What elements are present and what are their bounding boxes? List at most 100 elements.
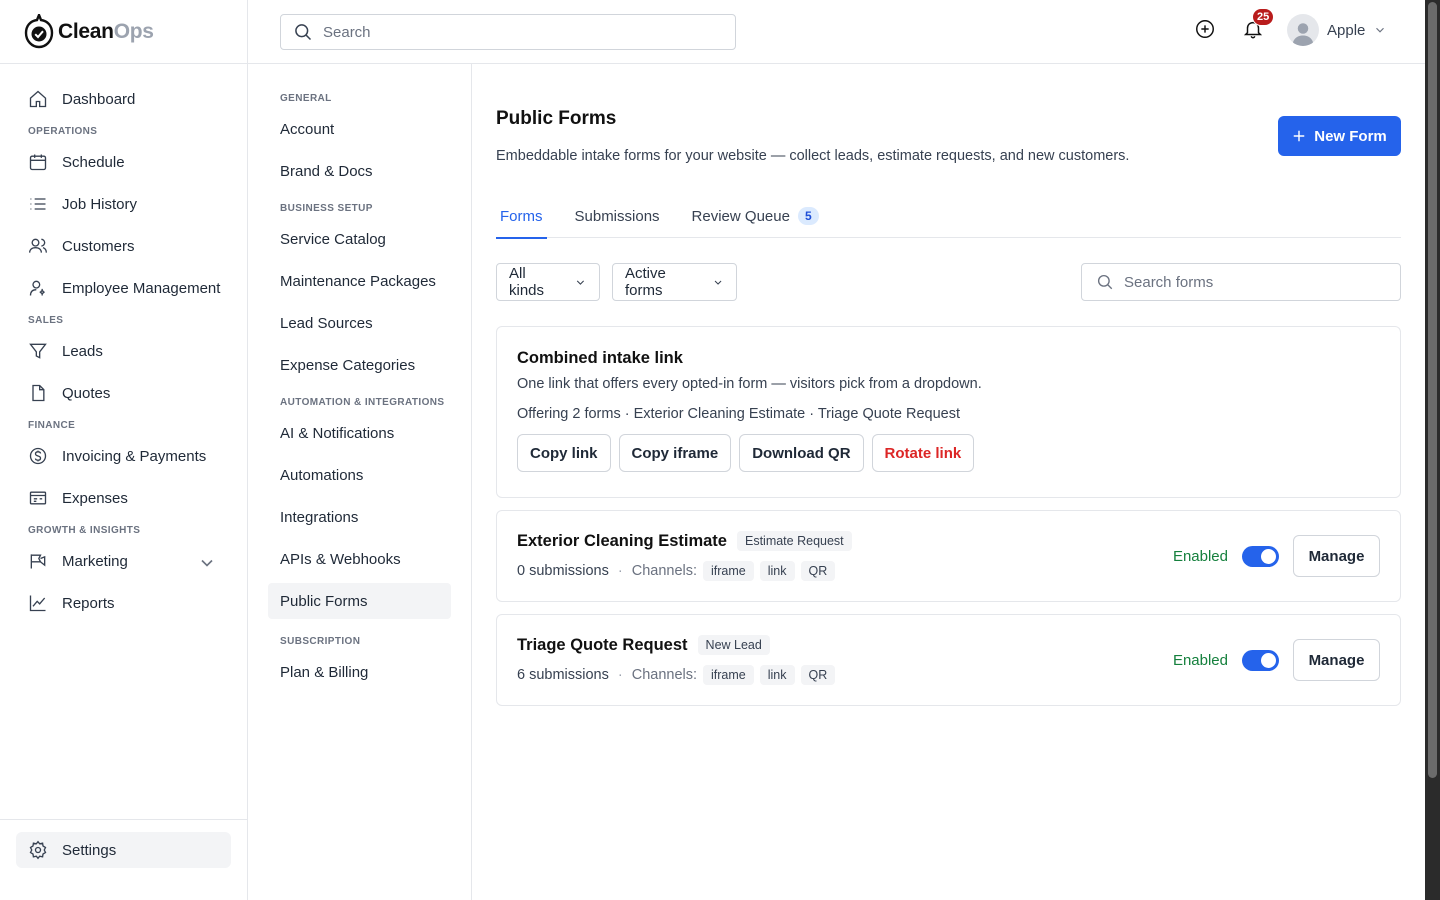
settings-item-public-forms[interactable]: Public Forms <box>268 583 451 619</box>
nav-label: Reports <box>62 594 115 612</box>
main-nav: Dashboard OPERATIONS Schedule Job Histor… <box>0 64 247 624</box>
nav-label: Quotes <box>62 384 111 402</box>
dollar-circle-icon <box>29 447 47 465</box>
settings-item-service-catalog[interactable]: Service Catalog <box>268 218 451 260</box>
nav-label: Dashboard <box>62 90 136 108</box>
form-status-label: Enabled <box>1172 547 1228 565</box>
forms-tabs: Forms Submissions Review Queue 5 <box>496 194 1401 239</box>
nav-expenses[interactable]: Expenses <box>16 477 231 519</box>
form-enabled-toggle[interactable] <box>1242 545 1279 567</box>
form-title-row: Triage Quote Request New Lead <box>517 635 770 655</box>
settings-item-maintenance-packages[interactable]: Maintenance Packages <box>268 260 451 302</box>
nav-quotes[interactable]: Quotes <box>16 372 231 414</box>
channel-chip: QR <box>800 665 836 685</box>
page-scrollbar[interactable] <box>1425 0 1440 900</box>
tab-forms[interactable]: Forms <box>496 194 547 239</box>
brand-logo[interactable]: CleanOps <box>0 0 247 64</box>
global-search[interactable] <box>280 14 736 50</box>
nav-section-sales: SALES <box>28 315 64 326</box>
tab-review-queue-label: Review Queue <box>691 207 790 225</box>
settings-item-plan-billing[interactable]: Plan & Billing <box>268 651 451 693</box>
user-cog-icon <box>29 280 45 296</box>
nav-label: Schedule <box>62 153 125 171</box>
channel-chip: link <box>759 665 795 685</box>
form-title: Exterior Cleaning Estimate <box>517 531 727 550</box>
home-icon <box>29 90 47 108</box>
settings-item-account[interactable]: Account <box>268 108 451 150</box>
search-input[interactable] <box>323 23 703 41</box>
topbar: 25 Apple <box>248 0 1425 64</box>
manage-form-button[interactable]: Manage <box>1293 639 1380 681</box>
filter-icon <box>29 343 47 359</box>
nav-job-history[interactable]: Job History <box>16 183 231 225</box>
channels-label: Channels: <box>631 667 698 683</box>
combined-actions: Copy link Copy iframe Download QR Rotate… <box>517 434 1380 472</box>
tab-review-queue[interactable]: Review Queue 5 <box>688 194 823 238</box>
nav-marketing[interactable]: Marketing <box>16 540 231 582</box>
main-sidebar: CleanOps Dashboard OPERATIONS Schedule J… <box>0 0 248 900</box>
channel-chip: iframe <box>703 561 754 581</box>
nav-schedule[interactable]: Schedule <box>16 141 231 183</box>
settings-section-business: BUSINESS SETUP <box>280 202 373 214</box>
copy-link-button[interactable]: Copy link <box>517 434 611 472</box>
chevron-down-icon <box>714 280 722 285</box>
plus-icon <box>1293 130 1305 142</box>
settings-item-brand-docs[interactable]: Brand & Docs <box>268 150 451 192</box>
scrollbar-thumb[interactable] <box>1428 2 1437 778</box>
settings-item-automations[interactable]: Automations <box>268 454 451 496</box>
settings-section-general: GENERAL <box>280 92 332 104</box>
plus-circle-icon[interactable] <box>1194 18 1216 40</box>
nav-section-growth: GROWTH & INSIGHTS <box>28 525 141 536</box>
chevron-down-icon <box>201 559 213 567</box>
search-icon <box>1097 274 1113 290</box>
logo-text: CleanOps <box>58 19 154 43</box>
manage-form-button[interactable]: Manage <box>1293 535 1380 577</box>
forms-search[interactable] <box>1081 263 1401 301</box>
settings-item-expense-categories[interactable]: Expense Categories <box>268 344 451 386</box>
copy-iframe-button[interactable]: Copy iframe <box>618 434 732 472</box>
settings-item-apis-webhooks[interactable]: APIs & Webhooks <box>268 538 451 580</box>
nav-dashboard[interactable]: Dashboard <box>16 78 231 120</box>
nav-reports[interactable]: Reports <box>16 582 231 624</box>
settings-item-lead-sources[interactable]: Lead Sources <box>268 302 451 344</box>
document-icon <box>32 384 45 402</box>
nav-invoicing[interactable]: Invoicing & Payments <box>16 435 231 477</box>
download-qr-button[interactable]: Download QR <box>739 434 864 472</box>
form-enabled-toggle[interactable] <box>1242 649 1279 671</box>
page-title: Public Forms <box>496 108 617 129</box>
form-meta: 6 submissions · Channels: iframe link QR <box>517 665 841 685</box>
nav-leads[interactable]: Leads <box>16 330 231 372</box>
forms-search-input[interactable] <box>1124 273 1374 291</box>
settings-section-subscription: SUBSCRIPTION <box>280 635 361 647</box>
nav-employee-management[interactable]: Employee Management <box>16 267 231 309</box>
channels-label: Channels: <box>631 563 698 579</box>
app-root: CleanOps Dashboard OPERATIONS Schedule J… <box>0 0 1440 900</box>
settings-item-integrations[interactable]: Integrations <box>268 496 451 538</box>
form-controls: Enabled Manage <box>1173 639 1380 681</box>
receipt-icon <box>29 491 47 505</box>
nav-customers[interactable]: Customers <box>16 225 231 267</box>
rotate-link-button[interactable]: Rotate link <box>871 434 975 472</box>
combined-description: One link that offers every opted-in form… <box>517 376 982 392</box>
nav-label: Customers <box>62 237 135 255</box>
kind-filter-value: All kinds <box>509 265 545 299</box>
nav-label: Leads <box>62 342 103 360</box>
channel-chip: QR <box>800 561 836 581</box>
tab-submissions[interactable]: Submissions <box>571 194 664 238</box>
search-icon <box>295 24 312 41</box>
nav-label: Marketing <box>62 552 128 570</box>
gear-icon <box>29 840 47 860</box>
new-form-label: New Form <box>1314 127 1387 145</box>
user-menu[interactable]: Apple <box>1287 14 1387 46</box>
nav-settings[interactable]: Settings <box>16 832 231 868</box>
separator-dot: · <box>617 563 623 579</box>
nav-label: Settings <box>62 841 117 859</box>
new-form-button[interactable]: New Form <box>1278 116 1401 156</box>
status-filter-select[interactable]: Active forms <box>612 263 737 301</box>
nav-label: Invoicing & Payments <box>62 447 207 465</box>
kind-filter-select[interactable]: All kinds <box>496 263 600 301</box>
settings-section-automation: AUTOMATION & INTEGRATIONS <box>280 396 445 408</box>
form-submission-count: 0 submissions <box>517 563 609 579</box>
settings-item-ai-notifications[interactable]: AI & Notifications <box>268 412 451 454</box>
megaphone-icon <box>30 554 46 569</box>
